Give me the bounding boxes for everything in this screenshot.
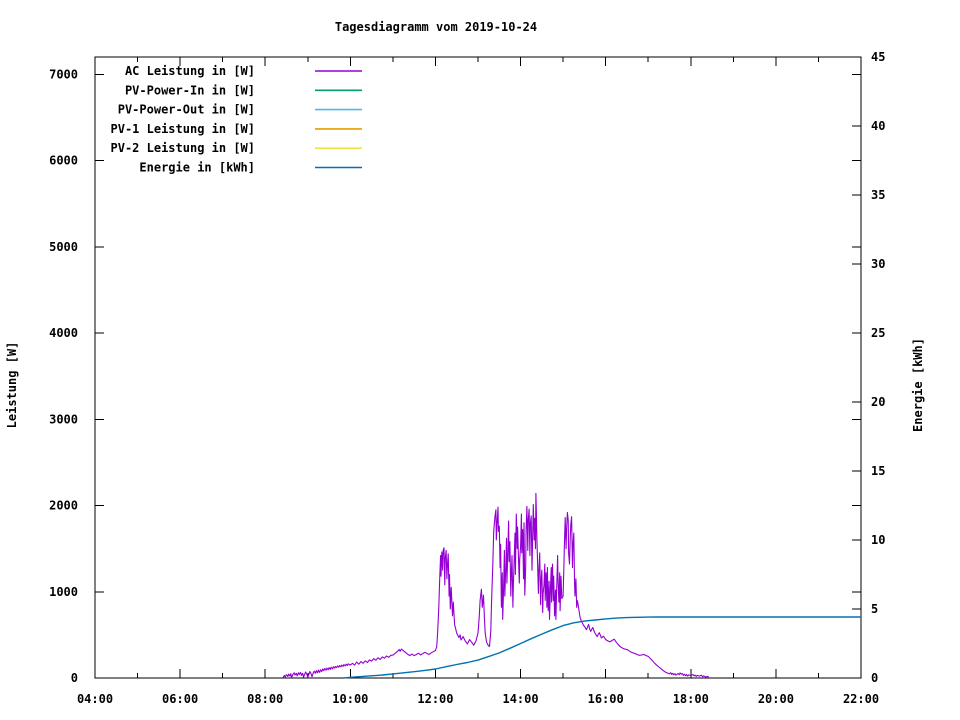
x-tick-label: 06:00 — [162, 692, 198, 706]
y-left-tick-label: 4000 — [49, 326, 78, 340]
x-tick-label: 04:00 — [77, 692, 113, 706]
y-right-tick-label: 35 — [871, 188, 885, 202]
legend-label: PV-Power-Out in [W] — [118, 103, 255, 117]
y-right-tick-label: 45 — [871, 50, 885, 64]
tagesdiagramm-chart: 04:00 06:00 08:00 10:00 12:00 14:00 16:00 18:00… — [5, 20, 925, 706]
series-line-energie-in-kwh — [343, 616, 861, 679]
x-tick-label: 18:00 — [673, 692, 709, 706]
x-tick-label: 14:00 — [502, 692, 538, 706]
y-right-tick-label: 0 — [871, 671, 878, 685]
y-left-tick-label: 6000 — [49, 154, 78, 168]
legend-label: PV-1 Leistung in [W] — [111, 122, 256, 136]
y-axis-label: Leistung [W] — [5, 342, 19, 429]
y-left-tick-label: 5000 — [49, 240, 78, 254]
x-tick-label: 12:00 — [417, 692, 453, 706]
y-left-tick-label: 7000 — [49, 67, 78, 81]
series-line-ac-leistung-in-w — [282, 492, 710, 679]
y-left-tick-label: 2000 — [49, 499, 78, 513]
legend-label: Energie in [kWh] — [139, 161, 255, 175]
y-right-tick-label: 10 — [871, 533, 885, 547]
chart-canvas: 04:00 06:00 08:00 10:00 12:00 14:00 16:00 18:00… — [0, 0, 960, 720]
x-tick-label: 22:00 — [843, 692, 879, 706]
y2-axis-label: Energie [kWh] — [911, 338, 925, 432]
x-tick-label: 20:00 — [758, 692, 794, 706]
y-right-tick-label: 15 — [871, 464, 885, 478]
legend-label: AC Leistung in [W] — [125, 64, 255, 78]
legend-label: PV-2 Leistung in [W] — [111, 141, 256, 155]
y-left-tick-label: 1000 — [49, 585, 78, 599]
x-tick-label: 16:00 — [588, 692, 624, 706]
y-right-tick-label: 30 — [871, 257, 885, 271]
y-right-tick-label: 5 — [871, 602, 878, 616]
y-right-tick-label: 20 — [871, 395, 885, 409]
y-right-tick-label: 25 — [871, 326, 885, 340]
y-right-tick-label: 40 — [871, 119, 885, 133]
y-left-tick-label: 3000 — [49, 412, 78, 426]
x-tick-label: 08:00 — [247, 692, 283, 706]
chart-title: Tagesdiagramm vom 2019-10-24 — [335, 20, 537, 34]
y-left-tick-label: 0 — [71, 671, 78, 685]
legend-label: PV-Power-In in [W] — [125, 83, 255, 97]
x-tick-label: 10:00 — [332, 692, 368, 706]
